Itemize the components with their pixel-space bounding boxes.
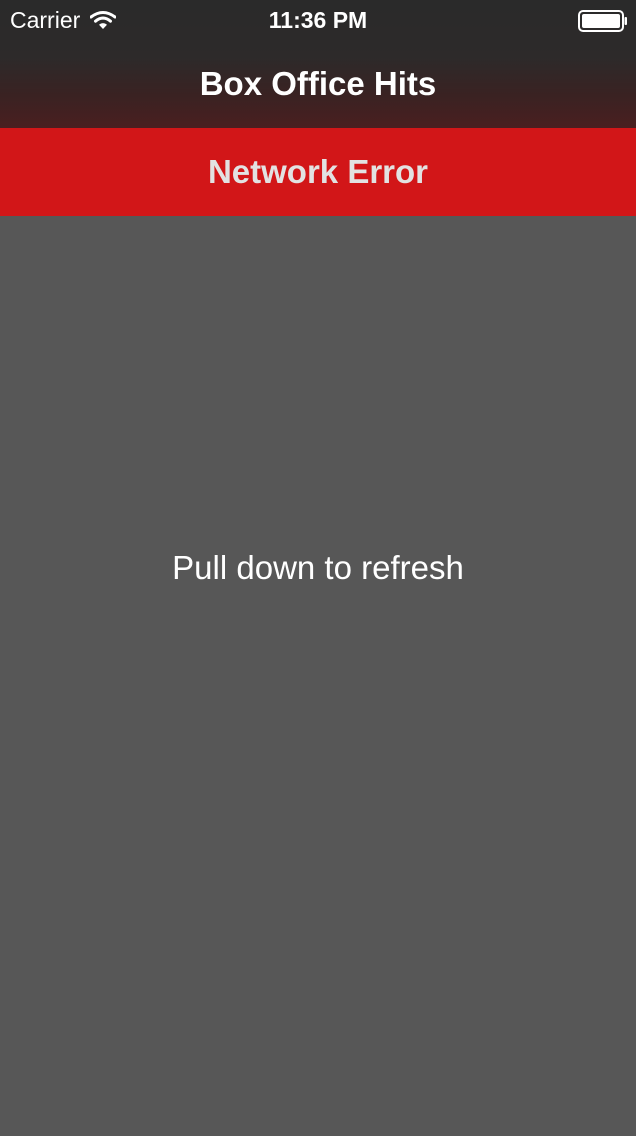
- network-error-banner: Network Error: [0, 128, 636, 216]
- top-bar: Carrier 11:36 PM Box Office Hits: [0, 0, 636, 128]
- app-screen: Carrier 11:36 PM Box Office Hits Network…: [0, 0, 636, 1136]
- status-time: 11:36 PM: [268, 7, 368, 33]
- page-title: Box Office Hits: [199, 65, 437, 102]
- pull-to-refresh-message: Pull down to refresh: [172, 549, 464, 586]
- battery-icon: [578, 10, 627, 32]
- status-bar: Carrier 11:36 PM: [0, 0, 636, 40]
- error-message: Network Error: [207, 153, 429, 190]
